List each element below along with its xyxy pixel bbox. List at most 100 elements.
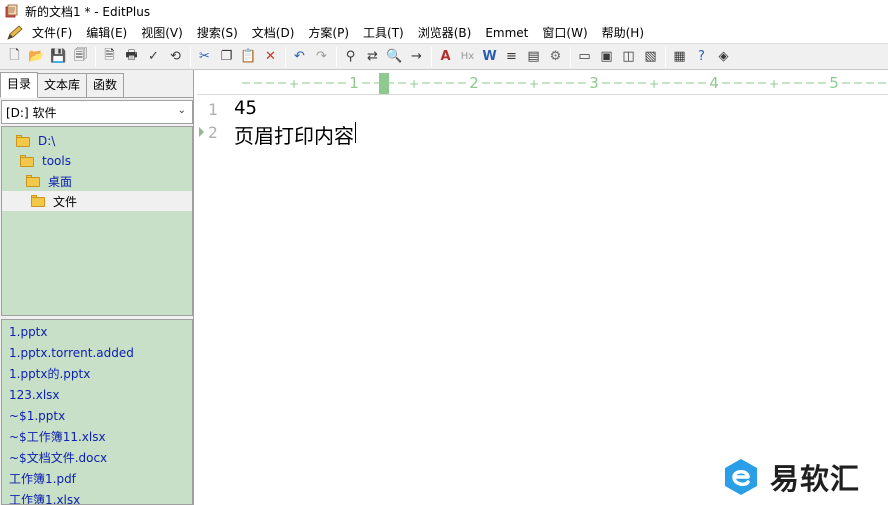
redo-icon[interactable]: ↷ bbox=[311, 46, 332, 67]
menu-project[interactable]: 方案(P) bbox=[301, 23, 356, 43]
brand-logo-icon bbox=[720, 456, 762, 498]
print-icon[interactable]: 🖶 bbox=[121, 46, 142, 67]
file-item[interactable]: 1.pptx的.pptx bbox=[9, 364, 90, 385]
font-icon[interactable]: A bbox=[435, 46, 456, 67]
menu-browser[interactable]: 浏览器(B) bbox=[411, 23, 479, 43]
file-item[interactable]: ~$1.pptx bbox=[9, 406, 65, 427]
folder-icon bbox=[26, 175, 40, 187]
chevron-down-icon[interactable]: ⌄ bbox=[178, 105, 186, 116]
tool-1-icon[interactable]: ▦ bbox=[669, 46, 690, 67]
replace-icon[interactable]: ⇄ bbox=[362, 46, 383, 67]
menu-search[interactable]: 搜索(S) bbox=[190, 23, 245, 43]
directory-label: D:\ bbox=[38, 134, 56, 148]
code-line: 45 bbox=[234, 97, 257, 119]
menu-tools[interactable]: 工具(T) bbox=[356, 23, 411, 43]
open-icon[interactable]: 📂 bbox=[26, 46, 47, 67]
go-to-icon[interactable]: → bbox=[406, 46, 427, 67]
line-number: 1 bbox=[208, 100, 218, 119]
window-2-icon[interactable]: ▣ bbox=[596, 46, 617, 67]
editplus-app-icon bbox=[5, 4, 19, 18]
tab-functions[interactable]: 函数 bbox=[86, 73, 125, 97]
help-icon[interactable]: ? bbox=[691, 46, 712, 67]
editor-area[interactable]: + + + + +1 2 3 4 5 1 2 45 页眉打印内容 bbox=[197, 70, 888, 505]
directory-item[interactable]: 桌面 bbox=[26, 171, 72, 191]
code-line: 页眉打印内容 bbox=[234, 124, 354, 148]
toolbar-separator bbox=[431, 46, 432, 67]
save-all-icon[interactable]: 🗐 bbox=[70, 46, 91, 67]
file-list: 1.pptx 1.pptx.torrent.added 1.pptx的.pptx 12… bbox=[1, 319, 193, 505]
window-4-icon[interactable]: ▧ bbox=[640, 46, 661, 67]
tab-cliptext[interactable]: 文本库 bbox=[37, 73, 88, 97]
file-item[interactable]: 123.xlsx bbox=[9, 385, 60, 406]
directory-label: 文件 bbox=[53, 194, 78, 209]
drive-select-value: [D:] 软件 bbox=[6, 105, 57, 120]
save-icon[interactable]: 💾 bbox=[48, 46, 69, 67]
spell-check-icon[interactable]: ✓ bbox=[143, 46, 164, 67]
file-item[interactable]: ~$文档文件.docx bbox=[9, 448, 107, 469]
column-icon[interactable]: ▤ bbox=[523, 46, 544, 67]
tab-directory[interactable]: 目录 bbox=[0, 72, 39, 98]
menu-bar: 文件(F) 编辑(E) 视图(V) 搜索(S) 文档(D) 方案(P) 工具(T… bbox=[0, 22, 888, 43]
directory-item[interactable]: tools bbox=[20, 151, 71, 171]
drive-select[interactable]: [D:] 软件 ⌄ bbox=[1, 100, 193, 124]
menu-edit[interactable]: 编辑(E) bbox=[79, 23, 134, 43]
html-preview-icon[interactable]: ⟲ bbox=[165, 46, 186, 67]
paste-icon[interactable]: 📋 bbox=[238, 46, 259, 67]
menu-emmet[interactable]: Emmet bbox=[478, 23, 535, 43]
ruler-label: 5 bbox=[829, 74, 839, 92]
panel-tabs: 目录 文本库 函数 bbox=[0, 72, 194, 98]
delete-icon[interactable]: ✕ bbox=[260, 46, 281, 67]
toolbar: 🗋 📂 💾 🗐 🗎 🖶 ✓ ⟲ ✂ ❐ 📋 ✕ ↶ ↷ ⚲ ⇄ 🔍 → A Hx W ≡ ▤ ⚙ ▭ ▣ ◫ ▧ ▦? ◈ bbox=[0, 43, 888, 70]
ruler-label: 2 bbox=[469, 74, 479, 92]
window-3-icon[interactable]: ◫ bbox=[618, 46, 639, 67]
hx-icon[interactable]: Hx bbox=[457, 46, 478, 67]
menu-window[interactable]: 窗口(W) bbox=[535, 23, 594, 43]
find-in-files-icon[interactable]: 🔍 bbox=[384, 46, 405, 67]
line-icon[interactable]: ≡ bbox=[501, 46, 522, 67]
directory-panel: 目录 文本库 函数 [D:] 软件 ⌄ D:\ tools 桌面 文件 1.pptx 1… bbox=[0, 70, 194, 505]
undo-icon[interactable]: ↶ bbox=[289, 46, 310, 67]
toolbar-separator bbox=[190, 46, 191, 67]
ruler-tick-major: + bbox=[529, 77, 539, 91]
ruler-label: 3 bbox=[589, 74, 599, 92]
menu-help[interactable]: 帮助(H) bbox=[595, 23, 651, 43]
ruler-tick-major: + bbox=[289, 77, 299, 91]
menu-view[interactable]: 视图(V) bbox=[134, 23, 190, 43]
directory-item[interactable]: D:\ bbox=[16, 131, 55, 151]
pen-icon bbox=[5, 24, 25, 41]
settings-icon[interactable]: ⚙ bbox=[545, 46, 566, 67]
find-icon[interactable]: ⚲ bbox=[340, 46, 361, 67]
file-item[interactable]: 1.pptx.torrent.added bbox=[9, 343, 134, 364]
toolbar-separator bbox=[336, 46, 337, 67]
ruler-cursor-marker bbox=[379, 73, 389, 94]
toolbar-separator bbox=[570, 46, 571, 67]
new-icon[interactable]: 🗋 bbox=[4, 46, 25, 67]
window-1-icon[interactable]: ▭ bbox=[574, 46, 595, 67]
ruler-label: 4 bbox=[709, 74, 719, 92]
line-number: 2 bbox=[208, 123, 218, 142]
copy-icon[interactable]: ❐ bbox=[216, 46, 237, 67]
print-preview-icon[interactable]: 🗎 bbox=[99, 46, 120, 67]
title-bar: 新的文档1 * - EditPlus bbox=[0, 0, 888, 22]
cut-icon[interactable]: ✂ bbox=[194, 46, 215, 67]
menu-document[interactable]: 文档(D) bbox=[245, 23, 302, 43]
directory-tree: D:\ tools 桌面文件 bbox=[1, 126, 193, 316]
ruler-label: 1 bbox=[349, 74, 359, 92]
file-item[interactable]: 工作簿1.xlsx bbox=[9, 490, 80, 504]
folder-icon bbox=[16, 135, 30, 147]
file-item[interactable]: ~$工作簿11.xlsx bbox=[9, 427, 106, 448]
file-item[interactable]: 1.pptx bbox=[9, 322, 48, 343]
brand-name: 易软汇 bbox=[770, 462, 861, 496]
word-wrap-icon[interactable]: W bbox=[479, 46, 500, 67]
file-item[interactable]: 工作簿1.pdf bbox=[9, 469, 76, 490]
directory-label: 桌面 bbox=[48, 174, 73, 189]
ruler-tick-major: + bbox=[409, 77, 419, 91]
window-title: 新的文档1 * - EditPlus bbox=[25, 4, 151, 19]
watermark: 易软汇 bbox=[720, 456, 860, 498]
directory-item[interactable]: 文件 bbox=[2, 191, 192, 211]
menu-file[interactable]: 文件(F) bbox=[25, 23, 79, 43]
tool-2-icon[interactable]: ◈ bbox=[713, 46, 734, 67]
current-line-marker-icon bbox=[199, 127, 204, 137]
text-cursor bbox=[355, 122, 356, 143]
directory-label: tools bbox=[42, 154, 71, 168]
